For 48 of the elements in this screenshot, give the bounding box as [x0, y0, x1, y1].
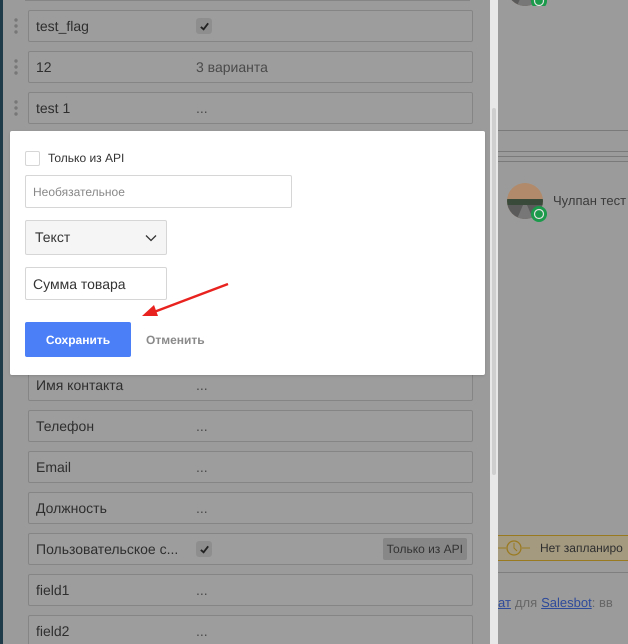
- field-row[interactable]: Должность ...: [28, 492, 473, 524]
- field-label: test_flag: [36, 16, 90, 36]
- field-label: test 1: [36, 98, 72, 118]
- field-value: ...: [196, 622, 208, 640]
- checkmark-icon: [198, 544, 210, 554]
- field-label: Пользовательское с...: [36, 540, 180, 558]
- field-value: ...: [196, 416, 208, 436]
- chevron-down-icon: [145, 234, 157, 242]
- field-label: Должность: [36, 498, 108, 518]
- field-row[interactable]: 12 3 варианта: [28, 51, 473, 83]
- checkmark-icon: [198, 20, 210, 32]
- type-select[interactable]: Текст: [25, 220, 167, 255]
- field-label: field2: [36, 622, 70, 640]
- drag-handle-icon[interactable]: [14, 18, 18, 34]
- input-field[interactable]: Необязательное: [25, 175, 292, 208]
- notice-text: Нет запланиро: [540, 540, 623, 557]
- field-label: 12: [36, 58, 53, 76]
- input-field[interactable]: Сумма товара: [25, 267, 167, 300]
- contact-name[interactable]: Чулпан тест: [553, 191, 626, 211]
- chat-bubble-icon: [531, 206, 547, 222]
- field-row[interactable]: Email ...: [28, 451, 473, 483]
- field-value: ...: [196, 458, 208, 476]
- field-value: ...: [196, 98, 208, 118]
- field-row[interactable]: Телефон ...: [28, 410, 473, 442]
- field-value: ...: [196, 376, 208, 394]
- field-label: Телефон: [36, 416, 96, 436]
- field-value: ...: [196, 580, 208, 600]
- drag-handle-icon[interactable]: [14, 100, 18, 116]
- field-label: Email: [36, 458, 72, 476]
- checkbox[interactable]: [196, 541, 212, 557]
- field-label: Имя контакта: [36, 376, 124, 394]
- save-button[interactable]: Сохранить: [25, 322, 131, 357]
- field-row[interactable]: field2 ...: [28, 615, 473, 644]
- field-row[interactable]: Пользовательское с... Только из API: [28, 533, 473, 565]
- drag-handle-icon[interactable]: [14, 59, 18, 75]
- checkbox[interactable]: [25, 150, 40, 166]
- chat-link[interactable]: ат: [498, 593, 511, 612]
- checkbox-label: Только из API: [48, 150, 124, 167]
- salesbot-link[interactable]: Salesbot: [541, 593, 592, 612]
- field-row[interactable]: test 1 ...: [28, 92, 473, 124]
- checkbox[interactable]: [196, 18, 212, 34]
- field-row[interactable]: field1 ...: [28, 574, 473, 606]
- field-value: 3 варианта: [196, 58, 268, 77]
- field-row[interactable]: test_flag: [28, 10, 473, 42]
- cancel-button[interactable]: Отменить: [146, 330, 205, 348]
- field-value: ...: [196, 498, 208, 518]
- field-label: field1: [36, 580, 70, 600]
- api-badge: Только из API: [382, 538, 467, 560]
